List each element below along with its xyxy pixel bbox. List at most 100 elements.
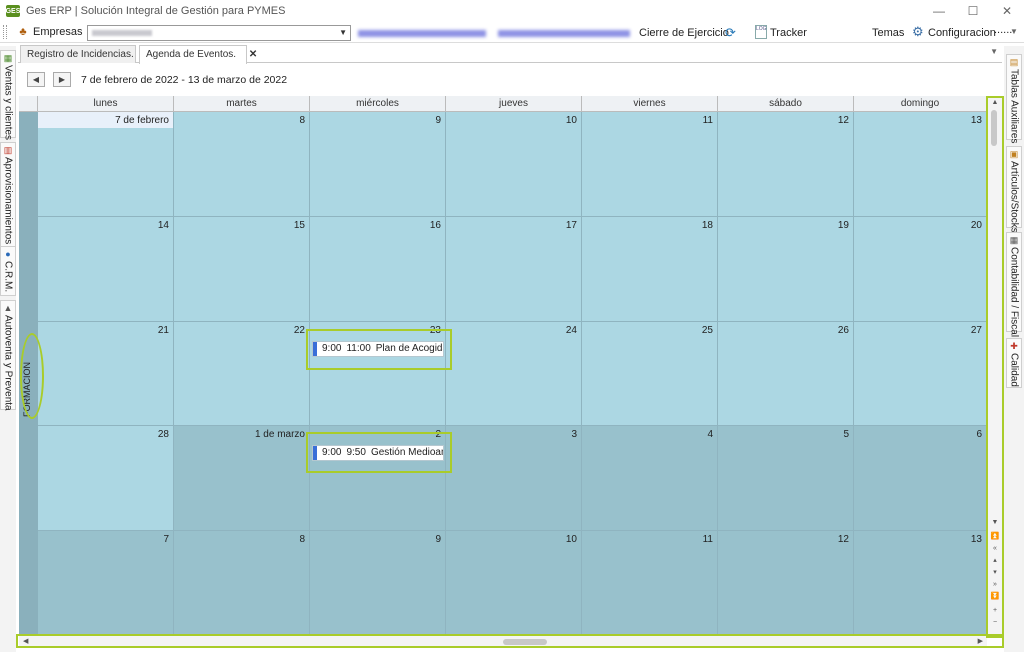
- company-selector-value: [92, 30, 152, 36]
- toolbar-dropdown-icon[interactable]: ▼: [1010, 27, 1018, 36]
- weekday-header: lunes: [38, 96, 174, 112]
- day-number: 13: [970, 115, 982, 126]
- day-cell[interactable]: 13: [854, 531, 987, 636]
- day-number: 21: [157, 324, 169, 336]
- day-cell[interactable]: 25: [582, 321, 718, 427]
- day-cell[interactable]: 12: [718, 531, 854, 636]
- tab-agenda-eventos[interactable]: Agenda de Eventos. ✕: [139, 45, 257, 64]
- vertical-scroll-thumb[interactable]: [991, 110, 997, 146]
- cierre-ejercicio-button[interactable]: Cierre de Ejercicio: [639, 27, 729, 39]
- day-cell[interactable]: 6: [854, 426, 987, 532]
- day-cell[interactable]: 14: [38, 216, 174, 322]
- refresh-icon[interactable]: ⟳: [725, 26, 739, 40]
- day-number: 25: [701, 324, 713, 336]
- day-cell[interactable]: 23: [310, 321, 446, 427]
- page-down-icon[interactable]: »: [990, 580, 1000, 589]
- tracker-icon[interactable]: LOG: [755, 25, 767, 39]
- zoom-in-icon[interactable]: +: [990, 606, 1000, 615]
- scroll-down-icon[interactable]: ▼: [990, 518, 1000, 527]
- next-icon[interactable]: ▾: [990, 568, 1000, 577]
- horizontal-scrollbar[interactable]: ◀ ▶: [19, 636, 987, 648]
- minimize-button[interactable]: —: [922, 0, 956, 22]
- day-number: 17: [565, 219, 577, 231]
- next-period-button[interactable]: ▶: [53, 72, 71, 87]
- day-cell[interactable]: 13: [854, 112, 987, 217]
- maximize-button[interactable]: ☐: [956, 0, 990, 22]
- scroll-up-icon[interactable]: ▲: [990, 98, 1000, 107]
- day-cell[interactable]: 7: [38, 531, 174, 636]
- weekday-header: jueves: [446, 96, 582, 112]
- page-up-icon[interactable]: «: [990, 544, 1000, 553]
- day-cell[interactable]: 16: [310, 216, 446, 322]
- day-number: 20: [970, 219, 982, 231]
- company-selector[interactable]: ▼: [87, 25, 351, 41]
- day-cell[interactable]: 19: [718, 216, 854, 322]
- document-tabs: Registro de Incidencias. Agenda de Event…: [18, 44, 1002, 64]
- day-cell[interactable]: 5: [718, 426, 854, 532]
- day-cell[interactable]: 28: [38, 426, 174, 532]
- day-number: 1 de marzo: [254, 429, 305, 441]
- day-cell[interactable]: 8: [174, 531, 310, 636]
- horizontal-scroll-thumb[interactable]: [503, 639, 547, 645]
- day-cell[interactable]: 10: [446, 112, 582, 217]
- day-cell[interactable]: 2: [310, 426, 446, 532]
- tab-label: Contabilidad / Fiscal: [1008, 247, 1020, 338]
- day-number: 11: [702, 115, 713, 126]
- day-cell[interactable]: 9: [310, 112, 446, 217]
- day-cell[interactable]: 24: [446, 321, 582, 427]
- tabs-dropdown-icon[interactable]: ▼: [990, 47, 998, 56]
- close-window-button[interactable]: ✕: [990, 0, 1024, 22]
- title-bar: GES Ges ERP | Solución Integral de Gesti…: [0, 0, 1024, 22]
- configuracion-button[interactable]: Configuracion: [928, 27, 996, 39]
- prev-icon[interactable]: ▴: [990, 556, 1000, 565]
- day-cell[interactable]: 7 de febrero: [38, 112, 174, 217]
- toolbar-grip[interactable]: [3, 25, 7, 39]
- day-cell[interactable]: 21: [38, 321, 174, 427]
- tab-articulos-stocks[interactable]: ▣ Artículos/Stocks: [1006, 146, 1022, 233]
- day-cell[interactable]: 15: [174, 216, 310, 322]
- vertical-scrollbar[interactable]: ▲ ▼ ⏫ « ▴ ▾ » ⏬ + −: [987, 96, 1002, 636]
- day-number: 15: [293, 219, 305, 231]
- tab-contabilidad-fiscal[interactable]: ▦ Contabilidad / Fiscal: [1006, 232, 1022, 337]
- day-cell[interactable]: 4: [582, 426, 718, 532]
- day-cell[interactable]: 12: [718, 112, 854, 217]
- day-cell[interactable]: 26: [718, 321, 854, 427]
- tab-calidad[interactable]: ✚ Calidad: [1006, 338, 1022, 388]
- tab-ventas-clientes[interactable]: ▦ Ventas y clientes: [0, 50, 16, 140]
- tab-crm[interactable]: ● C.R.M.: [0, 246, 16, 296]
- calendar-event[interactable]: 9:00 9:50 Gestión Medioamb...: [312, 445, 444, 462]
- resource-label: FORMACION: [22, 362, 32, 417]
- scroll-left-icon[interactable]: ◀: [23, 637, 28, 645]
- gear-icon[interactable]: ⚙: [912, 25, 926, 39]
- tab-label: Agenda de Eventos.: [146, 49, 237, 60]
- day-cell[interactable]: 9: [310, 531, 446, 636]
- day-cell[interactable]: 20: [854, 216, 987, 322]
- day-cell[interactable]: 18: [582, 216, 718, 322]
- day-cell[interactable]: 22: [174, 321, 310, 427]
- window-title: Ges ERP | Solución Integral de Gestión p…: [26, 5, 286, 17]
- day-cell[interactable]: 10: [446, 531, 582, 636]
- empresas-menu[interactable]: ♣ Empresas: [17, 26, 82, 38]
- zoom-out-icon[interactable]: −: [990, 618, 1000, 627]
- tab-registro-incidencias[interactable]: Registro de Incidencias.: [20, 45, 136, 63]
- day-cell[interactable]: 8: [174, 112, 310, 217]
- temas-button[interactable]: Temas: [872, 27, 904, 39]
- tab-label: Calidad: [1008, 353, 1020, 387]
- day-cell[interactable]: 11: [582, 531, 718, 636]
- day-cell[interactable]: 1 de marzo: [174, 426, 310, 532]
- first-icon[interactable]: ⏫: [990, 532, 1000, 541]
- event-color-bar: [313, 446, 317, 461]
- close-icon[interactable]: ✕: [249, 49, 257, 60]
- tab-tablas-auxiliares[interactable]: ▤ Tablas Auxiliares: [1006, 54, 1022, 143]
- last-icon[interactable]: ⏬: [990, 592, 1000, 601]
- scroll-right-icon[interactable]: ▶: [978, 637, 983, 645]
- tracker-button[interactable]: Tracker: [770, 27, 807, 39]
- day-cell[interactable]: 3: [446, 426, 582, 532]
- tab-autoventa-preventa[interactable]: ▲ Autoventa y Preventa: [0, 300, 16, 411]
- day-cell[interactable]: 17: [446, 216, 582, 322]
- calendar-event[interactable]: 9:00 11:00 Plan de Acogida: [312, 340, 444, 357]
- left-dock: ▦ Ventas y clientes ▥ Aprovisionamientos…: [0, 46, 16, 652]
- prev-period-button[interactable]: ◀: [27, 72, 45, 87]
- day-cell[interactable]: 27: [854, 321, 987, 427]
- day-cell[interactable]: 11: [582, 112, 718, 217]
